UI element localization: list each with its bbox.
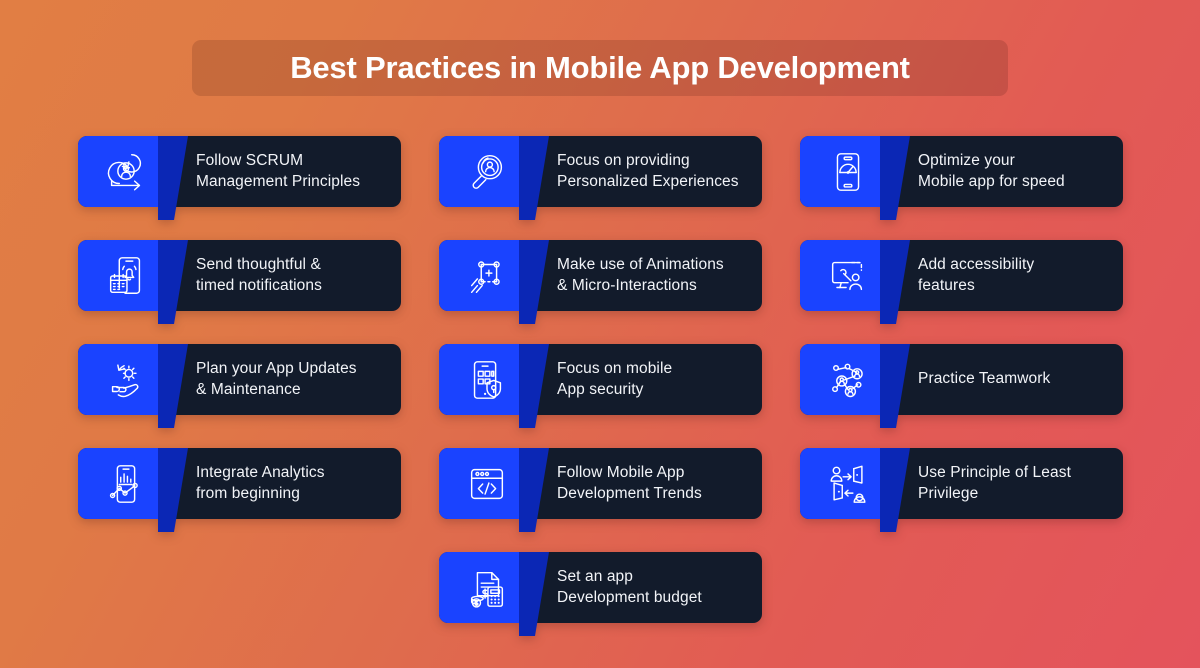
card-label-line1: Set an app: [557, 567, 633, 585]
grid-row: Send thoughtful & timed notifications Ma…: [78, 240, 1123, 324]
phone-analytics-icon: [109, 464, 138, 503]
card-label: Add accessibility features: [918, 240, 1113, 311]
card-label-line1: Follow Mobile App: [557, 463, 685, 481]
card-label: Plan your App Updates & Maintenance: [196, 344, 391, 415]
card-icon-panel: [78, 136, 174, 207]
card-label: Follow Mobile App Development Trends: [557, 448, 752, 519]
practice-card[interactable]: Add accessibility features: [800, 240, 1123, 324]
card-label-line1: Send thoughtful &: [196, 255, 321, 273]
card-label-line2: Management Principles: [196, 172, 361, 190]
card-label: Send thoughtful & timed notifications: [196, 240, 391, 311]
practice-card[interactable]: Make use of Animations & Micro-Interacti…: [439, 240, 762, 324]
phone-speedometer-icon: [836, 152, 860, 191]
card-label: Set an app Development budget: [557, 552, 752, 623]
card-icon-panel: [800, 344, 896, 415]
practice-card[interactable]: Focus on mobile App security: [439, 344, 762, 428]
card-label-line2: App security: [557, 380, 644, 398]
card-icon-panel: [439, 240, 535, 311]
card-label: Optimize your Mobile app for speed: [918, 136, 1113, 207]
grid-slot: Follow Mobile App Development Trends: [439, 448, 762, 532]
card-icon-panel: [800, 136, 896, 207]
card-label-line1: Focus on mobile: [557, 359, 673, 377]
monitor-accessibility-icon: [831, 261, 863, 290]
card-label-line1: Follow SCRUM: [196, 151, 304, 169]
grid-slot: Follow SCRUM Management Principles: [78, 136, 401, 220]
practice-card[interactable]: Send thoughtful & timed notifications: [78, 240, 401, 324]
grid-slot: Focus on mobile App security: [439, 344, 762, 428]
card-label-line2: features: [918, 276, 975, 294]
card-label: Focus on mobile App security: [557, 344, 752, 415]
grid-slot: Set an app Development budget: [439, 552, 762, 636]
card-label-line2: Personalized Experiences: [557, 172, 739, 190]
card-icon-panel: [439, 552, 535, 623]
card-label-line1: Optimize your: [918, 151, 1015, 169]
card-icon-panel: [78, 448, 174, 519]
practice-card[interactable]: Focus on providing Personalized Experien…: [439, 136, 762, 220]
code-window-icon: [470, 468, 504, 499]
team-network-icon: [832, 363, 863, 397]
card-label-line1: Make use of Animations: [557, 255, 724, 273]
grid-slot: Optimize your Mobile app for speed: [800, 136, 1123, 220]
hand-gear-icon: [111, 363, 139, 397]
practice-card[interactable]: Follow Mobile App Development Trends: [439, 448, 762, 532]
card-label: Make use of Animations & Micro-Interacti…: [557, 240, 752, 311]
card-icon-panel: [78, 344, 174, 415]
grid-row: Integrate Analytics from beginning Follo…: [78, 448, 1123, 532]
card-icon-panel: [800, 240, 896, 311]
card-label: Focus on providing Personalized Experien…: [557, 136, 752, 207]
card-label-line1: Plan your App Updates: [196, 359, 357, 377]
page-title: Best Practices in Mobile App Development: [290, 50, 910, 85]
card-label-line2: Privilege: [918, 484, 979, 502]
card-label-line1: Use Principle of Least: [918, 463, 1071, 481]
grid-slot: Use Principle of Least Privilege: [800, 448, 1123, 532]
grid-row: Follow SCRUM Management Principles Focus…: [78, 136, 1123, 220]
card-label-line1: Practice Teamwork: [918, 370, 1051, 388]
card-label-line2: Development budget: [557, 588, 702, 606]
grid-slot: Integrate Analytics from beginning: [78, 448, 401, 532]
practices-grid: Follow SCRUM Management Principles Focus…: [78, 136, 1123, 656]
magnifier-person-icon: [472, 154, 503, 189]
phone-bell-calendar-icon: [109, 256, 141, 294]
grid-slot: Plan your App Updates & Maintenance: [78, 344, 401, 428]
budget-calculator-icon: [470, 571, 504, 608]
least-privilege-icon: [830, 465, 866, 503]
grid-row: Plan your App Updates & Maintenance Focu…: [78, 344, 1123, 428]
card-label: Integrate Analytics from beginning: [196, 448, 391, 519]
practice-card[interactable]: Set an app Development budget: [439, 552, 762, 636]
practice-card[interactable]: Follow SCRUM Management Principles: [78, 136, 401, 220]
card-label-line1: Add accessibility: [918, 255, 1035, 273]
practice-card[interactable]: Practice Teamwork: [800, 344, 1123, 428]
card-label: Practice Teamwork: [918, 344, 1113, 415]
scrum-cycle-icon: [107, 153, 142, 190]
card-icon-panel: [439, 448, 535, 519]
animation-keyframe-icon: [470, 260, 500, 293]
card-label: Follow SCRUM Management Principles: [196, 136, 391, 207]
practice-card[interactable]: Optimize your Mobile app for speed: [800, 136, 1123, 220]
practice-card[interactable]: Plan your App Updates & Maintenance: [78, 344, 401, 428]
grid-slot: Practice Teamwork: [800, 344, 1123, 428]
card-label-line2: Mobile app for speed: [918, 172, 1065, 190]
card-icon-panel: [78, 240, 174, 311]
practice-card[interactable]: Use Principle of Least Privilege: [800, 448, 1123, 532]
grid-slot: Make use of Animations & Micro-Interacti…: [439, 240, 762, 324]
practice-card[interactable]: Integrate Analytics from beginning: [78, 448, 401, 532]
card-label-line1: Focus on providing: [557, 151, 690, 169]
card-icon-panel: [800, 448, 896, 519]
card-label-line2: & Maintenance: [196, 380, 301, 398]
card-label: Use Principle of Least Privilege: [918, 448, 1113, 519]
grid-slot: Send thoughtful & timed notifications: [78, 240, 401, 324]
phone-shield-lock-icon: [473, 360, 502, 399]
grid-slot: Add accessibility features: [800, 240, 1123, 324]
title-banner: Best Practices in Mobile App Development: [192, 40, 1008, 96]
card-label-line2: from beginning: [196, 484, 300, 502]
card-label-line2: timed notifications: [196, 276, 322, 294]
card-icon-panel: [439, 136, 535, 207]
card-label-line2: & Micro-Interactions: [557, 276, 697, 294]
card-icon-panel: [439, 344, 535, 415]
grid-slot: Focus on providing Personalized Experien…: [439, 136, 762, 220]
card-label-line1: Integrate Analytics: [196, 463, 325, 481]
card-label-line2: Development Trends: [557, 484, 702, 502]
grid-row: Set an app Development budget: [78, 552, 1123, 636]
